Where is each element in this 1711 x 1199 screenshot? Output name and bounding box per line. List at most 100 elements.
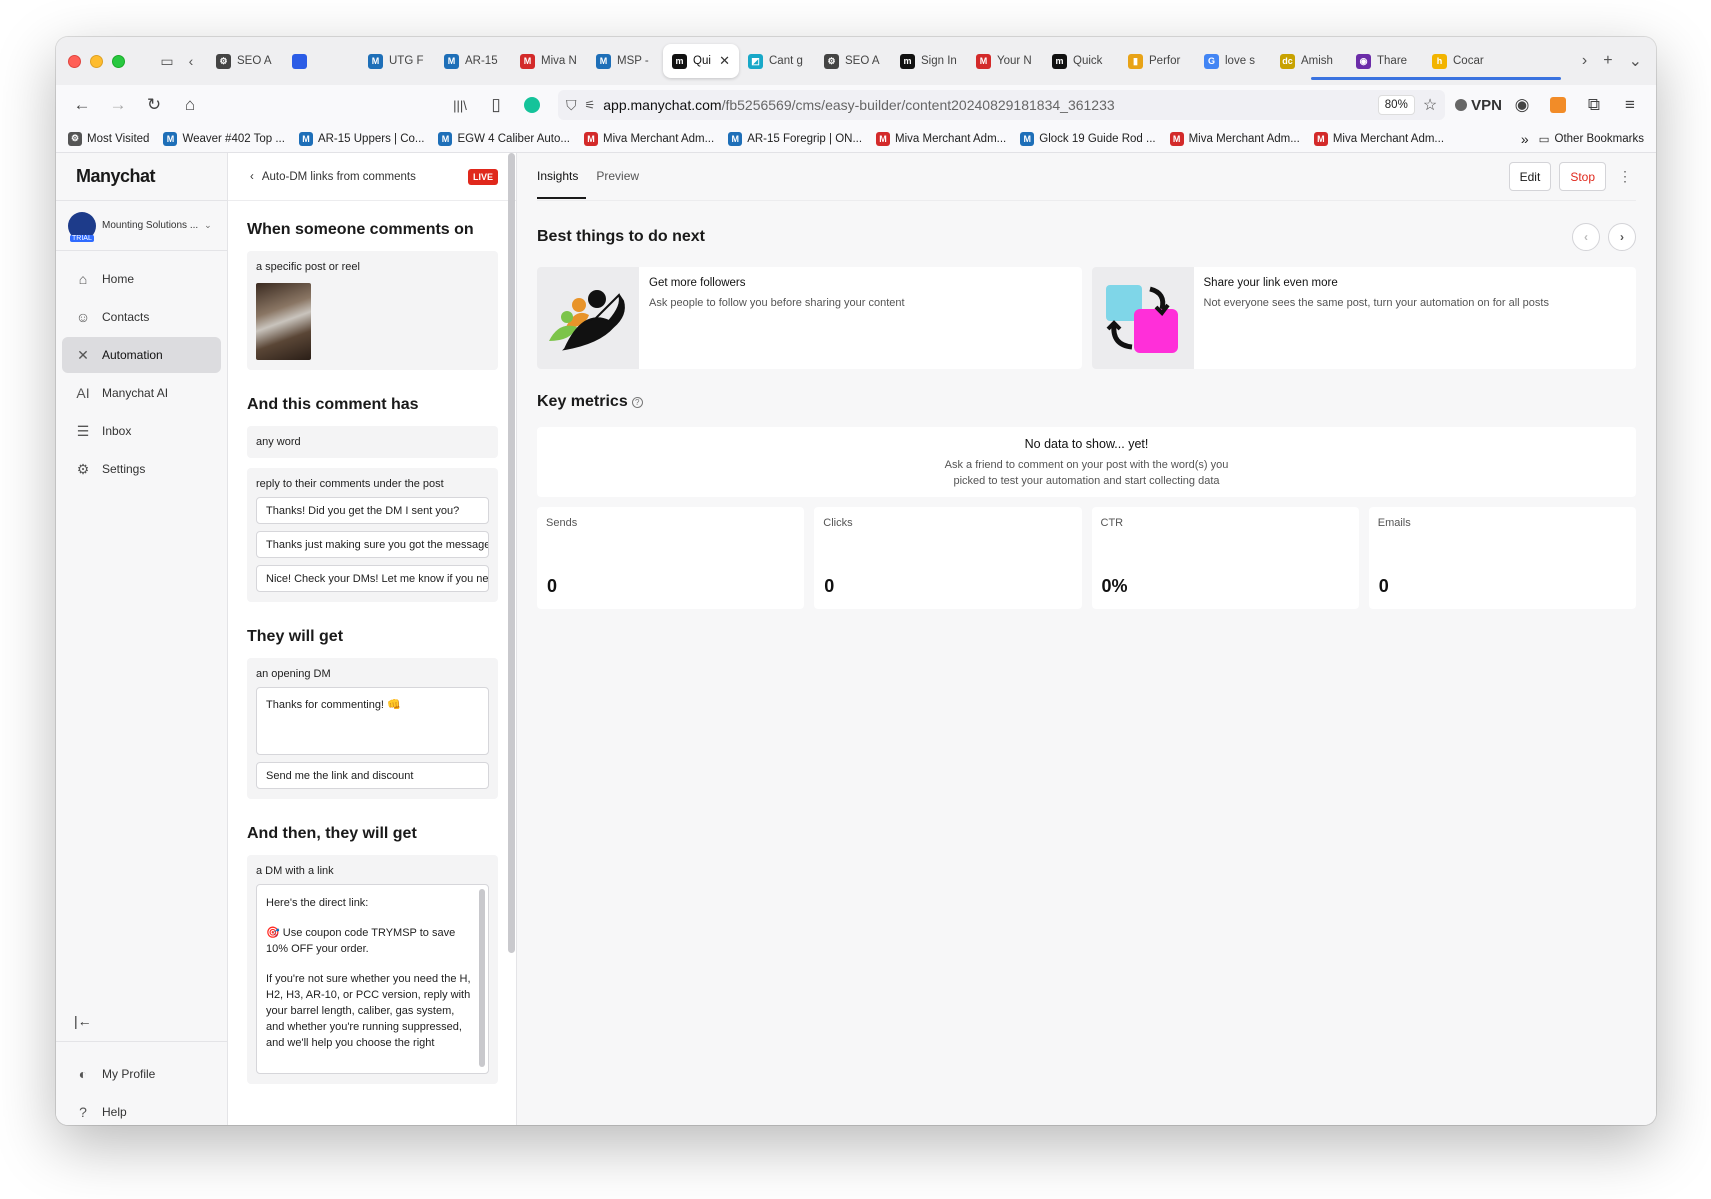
- bookmark-item[interactable]: M Miva Merchant Adm...: [1169, 131, 1300, 146]
- reply-field-2[interactable]: Thanks just making sure you got the mess…: [256, 531, 489, 558]
- browser-tab[interactable]: h Cocar: [1423, 44, 1499, 78]
- carousel-prev-icon[interactable]: ‹: [1572, 223, 1600, 251]
- sidebar-item-automation[interactable]: ✕ Automation: [62, 337, 221, 373]
- favicon-icon: [292, 53, 307, 69]
- sidebar-item-help[interactable]: ? Help: [62, 1094, 221, 1125]
- browser-tab[interactable]: ◉ Thare: [1347, 44, 1423, 78]
- browser-tab-label: AR-15: [465, 55, 498, 67]
- zoom-level[interactable]: 80%: [1377, 95, 1415, 115]
- browser-tab[interactable]: [283, 44, 359, 78]
- post-thumbnail[interactable]: [256, 283, 311, 360]
- tip-card-followers[interactable]: Get more followers Ask people to follow …: [537, 267, 1082, 369]
- library-icon[interactable]: |||\: [444, 91, 476, 119]
- browser-tab[interactable]: dc Amish: [1271, 44, 1347, 78]
- bookmark-item[interactable]: M Glock 19 Guide Rod ...: [1020, 131, 1156, 146]
- link-dm-message[interactable]: Here's the direct link: 🎯 Use coupon cod…: [256, 884, 489, 1074]
- more-bookmarks-icon[interactable]: »: [1521, 131, 1529, 147]
- metric-value: 0: [824, 576, 835, 596]
- grammarly-icon[interactable]: [516, 91, 548, 119]
- browser-tab[interactable]: M Your N: [967, 44, 1043, 78]
- page-permissions-icon[interactable]: ⚟: [585, 98, 596, 112]
- back-icon[interactable]: ←: [66, 91, 98, 119]
- browser-tab[interactable]: m Qui ✕: [663, 44, 739, 78]
- sidebar-item-label: Settings: [102, 462, 146, 476]
- trigger-card[interactable]: a specific post or reel: [247, 251, 498, 370]
- tab-insights[interactable]: Insights: [537, 155, 587, 199]
- sidebar-item-my-profile[interactable]: ◐ My Profile: [62, 1056, 221, 1092]
- bookmark-item[interactable]: M EGW 4 Caliber Auto...: [438, 131, 570, 146]
- sidebar-item-settings[interactable]: ⚙ Settings: [62, 451, 221, 487]
- browser-tab[interactable]: Glove s: [1195, 44, 1271, 78]
- tab-preview[interactable]: Preview: [596, 155, 647, 199]
- live-badge: LIVE: [467, 168, 498, 185]
- back-chevron-icon[interactable]: ‹: [250, 171, 254, 183]
- manychat-logo[interactable]: Manychat: [56, 153, 227, 201]
- bookmark-item[interactable]: ⚙ Most Visited: [68, 131, 149, 146]
- bookmark-favicon-icon: M: [1313, 131, 1328, 146]
- browser-tab[interactable]: M AR-15: [435, 44, 511, 78]
- bookmark-star-icon[interactable]: ☆: [1423, 95, 1437, 115]
- browser-tab[interactable]: ⚙ SEO A: [207, 44, 283, 78]
- browser-tab[interactable]: ◩ Cant g: [739, 44, 815, 78]
- url-text[interactable]: app.manychat.com/fb5256569/cms/easy-buil…: [603, 97, 1370, 113]
- key-metrics-header: Key metrics ?: [537, 393, 1636, 411]
- bookmark-item[interactable]: M AR-15 Uppers | Co...: [298, 131, 424, 146]
- home-icon[interactable]: ⌂: [174, 91, 206, 119]
- vpn-button[interactable]: VPN: [1455, 97, 1502, 114]
- browser-tab[interactable]: m Sign In: [891, 44, 967, 78]
- flow-panel-scroll-thumb[interactable]: [508, 153, 515, 953]
- other-bookmarks-folder[interactable]: ▭ Other Bookmarks: [1539, 132, 1644, 146]
- reply-field-1[interactable]: Thanks! Did you get the DM I sent you?: [256, 497, 489, 524]
- minimize-window-button[interactable]: [90, 54, 103, 68]
- browser-tab[interactable]: M Miva N: [511, 44, 587, 78]
- url-bar[interactable]: ⛉ ⚟ app.manychat.com/fb5256569/cms/easy-…: [558, 90, 1446, 120]
- browser-tab[interactable]: M MSP -: [587, 44, 663, 78]
- extension-icon[interactable]: [1542, 91, 1574, 119]
- bookmark-item[interactable]: M Weaver #402 Top ...: [163, 131, 285, 146]
- sidebar-toggle-icon[interactable]: ▯: [480, 91, 512, 119]
- tab-overview-icon[interactable]: ▭: [155, 49, 179, 73]
- bookmark-item[interactable]: M Miva Merchant Adm...: [583, 131, 714, 146]
- sidebar-item-contacts[interactable]: ☺ Contacts: [62, 299, 221, 335]
- bookmark-item[interactable]: M AR-15 Foregrip | ON...: [728, 131, 862, 146]
- new-tab-icon[interactable]: +: [1603, 52, 1612, 70]
- tab-group-indicator: [1311, 77, 1561, 80]
- browser-tab[interactable]: m Quick: [1043, 44, 1119, 78]
- metric-sends: Sends 0: [537, 507, 805, 609]
- edit-button[interactable]: Edit: [1508, 162, 1552, 191]
- close-window-button[interactable]: [68, 54, 81, 68]
- browser-tab[interactable]: M UTG F: [359, 44, 435, 78]
- opening-dm-button[interactable]: Send me the link and discount: [256, 762, 489, 789]
- bookmark-item[interactable]: M Miva Merchant Adm...: [1313, 131, 1444, 146]
- extensions-puzzle-icon[interactable]: ⧉: [1578, 91, 1610, 119]
- collapse-sidebar-icon[interactable]: |←: [74, 1013, 92, 1029]
- keyword-card[interactable]: any word: [247, 426, 498, 458]
- close-tab-icon[interactable]: ✕: [719, 53, 730, 69]
- flow-panel-scrollbar[interactable]: [507, 153, 516, 1125]
- sidebar-icon: ⚙: [76, 460, 90, 477]
- opening-dm-message[interactable]: Thanks for commenting! 👊: [256, 687, 489, 755]
- reply-field-3[interactable]: Nice! Check your DMs! Let me know if you…: [256, 565, 489, 592]
- menu-icon[interactable]: ≡: [1614, 91, 1646, 119]
- stop-button[interactable]: Stop: [1559, 162, 1606, 191]
- carousel-next-icon[interactable]: ›: [1608, 223, 1636, 251]
- reload-icon[interactable]: ↻: [138, 91, 170, 119]
- scroll-tabs-right-icon[interactable]: ›: [1582, 52, 1587, 70]
- sidebar-item-inbox[interactable]: ☰ Inbox: [62, 413, 221, 449]
- message-scrollbar[interactable]: [479, 889, 485, 1067]
- browser-tab[interactable]: ▮ Perfor: [1119, 44, 1195, 78]
- help-circle-icon[interactable]: ?: [631, 396, 643, 408]
- sidebar-item-home[interactable]: ⌂ Home: [62, 261, 221, 297]
- bookmark-item[interactable]: M Miva Merchant Adm...: [876, 131, 1006, 146]
- scroll-tabs-left-icon[interactable]: ‹: [179, 49, 203, 73]
- more-options-icon[interactable]: ⋮: [1614, 168, 1636, 185]
- maximize-window-button[interactable]: [112, 54, 125, 68]
- account-icon[interactable]: ◉: [1506, 91, 1538, 119]
- shield-icon[interactable]: ⛉: [566, 97, 577, 114]
- account-switcher[interactable]: TRIAL Mounting Solutions ... ⌄: [56, 201, 227, 251]
- sidebar-item-manychat-ai[interactable]: AI Manychat AI: [62, 375, 221, 411]
- list-all-tabs-icon[interactable]: ⌄: [1629, 51, 1642, 71]
- forward-icon[interactable]: →: [102, 91, 134, 119]
- browser-tab[interactable]: ⚙ SEO A: [815, 44, 891, 78]
- tip-card-share-link[interactable]: Share your link even more Not everyone s…: [1091, 267, 1636, 369]
